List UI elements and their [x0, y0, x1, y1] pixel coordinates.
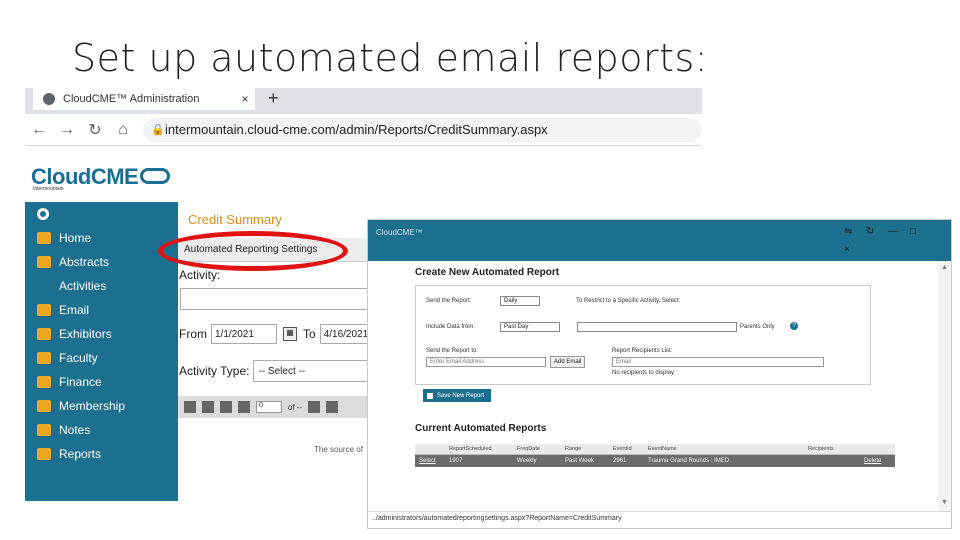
- email-input[interactable]: Enter Email Address: [426, 357, 546, 367]
- include-data-label: Include Data from:: [426, 324, 476, 330]
- sidebar-item-activities[interactable]: Activities: [25, 274, 178, 298]
- tab-strip: Automated Reporting Settings: [158, 231, 378, 271]
- first-page-icon[interactable]: [184, 401, 196, 413]
- from-date-input[interactable]: 1/1/2021: [211, 324, 277, 344]
- page-separator-icon: [220, 401, 232, 413]
- page-of-label: of --: [288, 402, 303, 412]
- frequency-select[interactable]: Daily: [500, 296, 540, 306]
- lock-icon: 🔒: [151, 124, 165, 136]
- forward-icon[interactable]: →: [53, 121, 81, 139]
- home-icon[interactable]: ⌂: [109, 121, 137, 139]
- add-email-button[interactable]: Add Email: [550, 356, 586, 368]
- activity-type-label: Activity Type:: [179, 364, 250, 378]
- pager: 0 of --: [178, 396, 378, 418]
- page-title: Credit Summary: [188, 212, 282, 227]
- help-icon[interactable]: ?: [790, 322, 798, 330]
- sidebar-item-reports[interactable]: Reports: [25, 442, 178, 466]
- current-reports-title: Current Automated Reports: [415, 423, 547, 434]
- table-header: ReportScheduled FreqDate Range EventId E…: [415, 444, 895, 455]
- create-report-title: Create New Automated Report: [415, 267, 560, 278]
- sidebar-item-home[interactable]: Home: [25, 226, 178, 250]
- activity-label: Activity:: [179, 268, 221, 282]
- table-row: Select 1907 Weekly Past Week 2961 Trauma…: [415, 455, 895, 467]
- to-label: To: [303, 327, 316, 341]
- popup-titlebar: CloudCME™ ⇋ ↻ — □ ×: [368, 220, 951, 261]
- cloud-icon: [140, 168, 171, 185]
- address-bar[interactable]: 🔒 intermountain.cloud-cme.com/admin/Repo…: [143, 117, 702, 142]
- pie-chart-icon: [37, 376, 51, 388]
- scroll-down-icon[interactable]: ▼: [941, 499, 948, 506]
- source-note: The source of: [314, 445, 363, 454]
- page-number-input[interactable]: 0: [256, 401, 282, 413]
- logo-subtitle: Intermountain: [33, 186, 64, 192]
- save-new-report-button[interactable]: Save New Report: [423, 389, 491, 402]
- next-page-icon[interactable]: [308, 401, 321, 413]
- prev-icon[interactable]: [238, 401, 250, 413]
- activity-select[interactable]: [577, 322, 737, 332]
- sidebar-item-membership[interactable]: Membership: [25, 394, 178, 418]
- browser-tab[interactable]: CloudCME™ Administration ×: [33, 88, 255, 110]
- person-icon: [37, 352, 51, 364]
- tab-title: CloudCME™ Administration: [63, 93, 200, 105]
- gear-icon[interactable]: [37, 208, 49, 220]
- restore-icon[interactable]: ⇋: [844, 226, 852, 237]
- reports-table: ReportScheduled FreqDate Range EventId E…: [415, 444, 895, 467]
- activity-input[interactable]: [180, 288, 368, 310]
- grid-icon: [37, 328, 51, 340]
- send-to-label: Send the Report to:: [426, 348, 479, 354]
- last-page-icon[interactable]: [326, 401, 339, 413]
- new-tab-button[interactable]: +: [268, 88, 279, 108]
- book-icon: [37, 256, 51, 268]
- delete-link[interactable]: Delete: [864, 458, 894, 464]
- restrict-label: To Restrict to a Specific Activity, Sele…: [576, 298, 681, 304]
- status-bar-url: ../administrators/automatedreportingsett…: [368, 511, 951, 528]
- send-report-label: Send the Report:: [426, 298, 472, 304]
- group-icon: [37, 400, 51, 412]
- reload-icon[interactable]: ↻: [81, 120, 109, 140]
- popup-body: Create New Automated Report Send the Rep…: [368, 261, 938, 511]
- scrollbar[interactable]: ▲ ▼: [938, 261, 951, 511]
- include-data-select[interactable]: Past Day: [500, 322, 560, 332]
- sidebar-item-finance[interactable]: Finance: [25, 370, 178, 394]
- location-pin-icon: [37, 232, 51, 244]
- automated-report-popup: CloudCME™ ⇋ ↻ — □ × Create New Automated…: [367, 219, 952, 529]
- save-icon: [427, 392, 433, 399]
- refresh-icon[interactable]: ↻: [866, 226, 874, 237]
- create-report-form: Send the Report: Daily To Restrict to a …: [415, 285, 871, 385]
- from-label: From: [179, 327, 207, 341]
- globe-icon: [43, 93, 55, 105]
- no-recipients-text: No recipients to display: [612, 370, 675, 376]
- sidebar-item-exhibitors[interactable]: Exhibitors: [25, 322, 178, 346]
- browser-toolbar: ← → ↻ ⌂ 🔒 intermountain.cloud-cme.com/ad…: [25, 114, 702, 146]
- recipients-label: Report Recipients List:: [612, 348, 673, 354]
- red-highlight-circle: [158, 231, 348, 271]
- sidebar-item-faculty[interactable]: Faculty: [25, 346, 178, 370]
- minimize-icon[interactable]: —: [888, 226, 898, 237]
- scroll-up-icon[interactable]: ▲: [941, 264, 948, 271]
- select-link[interactable]: Select: [415, 458, 449, 464]
- close-icon[interactable]: ×: [844, 244, 850, 255]
- list-icon: [37, 424, 51, 436]
- back-icon[interactable]: ←: [25, 121, 53, 139]
- popup-title: CloudCME™: [376, 228, 423, 237]
- bar-chart-icon: [37, 448, 51, 460]
- sidebar-item-notes[interactable]: Notes: [25, 418, 178, 442]
- url-text: intermountain.cloud-cme.com/admin/Report…: [165, 122, 548, 137]
- sidebar-item-email[interactable]: Email: [25, 298, 178, 322]
- prev-page-icon[interactable]: [202, 401, 214, 413]
- sidebar: Home Abstracts Activities Email Exhibito…: [25, 202, 178, 501]
- activity-type-select[interactable]: -- Select --: [253, 360, 374, 382]
- parents-only-checkbox[interactable]: Parents Only: [740, 324, 775, 330]
- recipients-list-header: Email: [612, 357, 824, 367]
- maximize-icon[interactable]: □: [910, 226, 916, 237]
- sidebar-item-abstracts[interactable]: Abstracts: [25, 250, 178, 274]
- close-tab-icon[interactable]: ×: [235, 92, 255, 106]
- calendar-icon[interactable]: ▦: [283, 327, 297, 341]
- envelope-icon: [37, 304, 51, 316]
- slide-title: Set up automated email reports:: [72, 36, 709, 80]
- tab-bar: CloudCME™ Administration × +: [25, 88, 702, 114]
